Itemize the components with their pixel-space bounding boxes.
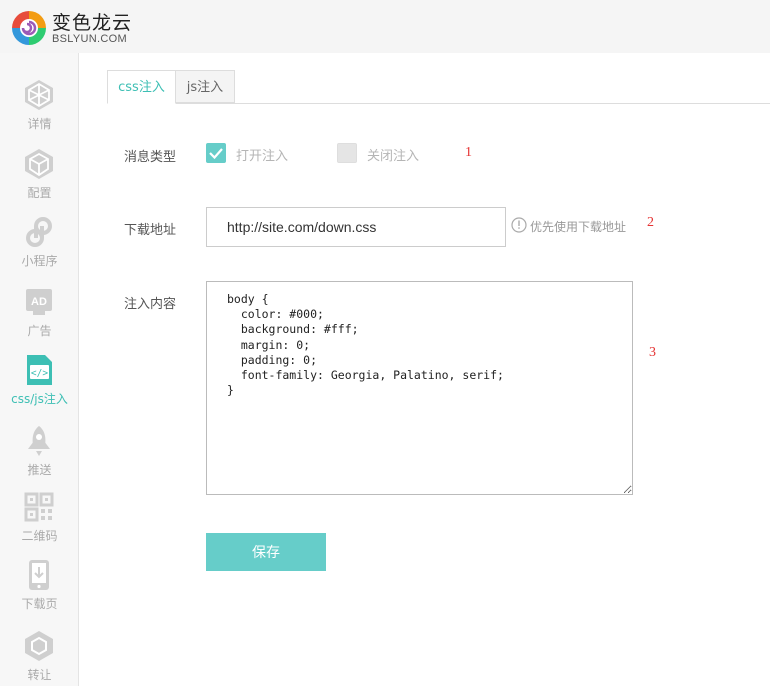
sidebar-item-details[interactable]: 详情	[0, 77, 79, 141]
sidebar-item-label: 配置	[27, 186, 52, 200]
inject-content-textarea[interactable]: body { color: #000; background: #fff; ma…	[206, 281, 633, 495]
sidebar: 详情 配置 小程序 AD 广告 </> css/js注入 推送 二维码 下载页 …	[0, 53, 79, 686]
sidebar-item-transfer[interactable]: 转让	[0, 628, 79, 692]
svg-text:</>: </>	[31, 368, 48, 379]
miniprogram-icon	[26, 217, 52, 247]
cube-solid-icon	[25, 149, 53, 179]
phone-download-icon	[29, 560, 49, 590]
tab-css-inject[interactable]: css注入	[107, 70, 176, 104]
disable-inject-checkbox[interactable]	[337, 143, 357, 163]
save-button[interactable]: 保存	[206, 533, 326, 571]
transfer-hex-icon	[25, 631, 53, 661]
ad-icon: AD	[26, 289, 52, 315]
sidebar-item-label: 小程序	[21, 254, 58, 268]
sidebar-item-label: 转让	[27, 668, 52, 682]
sidebar-item-cssjs[interactable]: </> css/js注入	[0, 352, 79, 416]
info-icon	[511, 217, 527, 233]
enable-inject-checkbox[interactable]	[206, 143, 226, 163]
inject-content-label: 注入内容	[124, 297, 177, 312]
sidebar-item-config[interactable]: 配置	[0, 146, 79, 210]
sidebar-item-label: 二维码	[21, 529, 58, 543]
sidebar-item-download-page[interactable]: 下载页	[0, 557, 79, 621]
sidebar-item-label: 广告	[27, 324, 52, 338]
chameleon-logo-icon	[12, 11, 46, 45]
sidebar-item-label: css/js注入	[11, 392, 68, 406]
download-url-input[interactable]	[206, 207, 506, 247]
tab-js-inject[interactable]: js注入	[176, 70, 235, 103]
sidebar-item-label: 详情	[27, 117, 52, 131]
sidebar-item-miniprogram[interactable]: 小程序	[0, 214, 79, 278]
sidebar-item-label: 推送	[27, 463, 52, 477]
app-header: 变色龙云 BSLYUN.COM	[0, 0, 770, 53]
brand-name: 变色龙云	[52, 12, 133, 34]
annotation-marker: 1	[465, 145, 472, 160]
sidebar-item-label: 下载页	[21, 597, 58, 611]
tab-bar: css注入 js注入	[107, 70, 770, 104]
rocket-icon	[28, 426, 50, 456]
cube-outline-icon	[25, 80, 53, 110]
brand-domain: BSLYUN.COM	[52, 33, 127, 45]
qrcode-icon	[24, 492, 54, 522]
code-file-icon: </>	[27, 355, 52, 385]
sidebar-item-ads[interactable]: AD 广告	[0, 284, 79, 348]
svg-text:AD: AD	[31, 296, 47, 308]
url-hint-text: 优先使用下载地址	[530, 220, 627, 234]
enable-inject-label[interactable]: 打开注入	[236, 145, 288, 164]
sidebar-item-push[interactable]: 推送	[0, 423, 79, 487]
check-icon	[209, 148, 223, 160]
annotation-marker: 2	[647, 215, 654, 230]
message-type-label: 消息类型	[124, 150, 177, 165]
annotation-marker: 3	[649, 345, 656, 360]
download-url-label: 下载地址	[124, 223, 177, 238]
sidebar-item-qrcode[interactable]: 二维码	[0, 489, 79, 553]
disable-inject-label[interactable]: 关闭注入	[367, 145, 419, 164]
